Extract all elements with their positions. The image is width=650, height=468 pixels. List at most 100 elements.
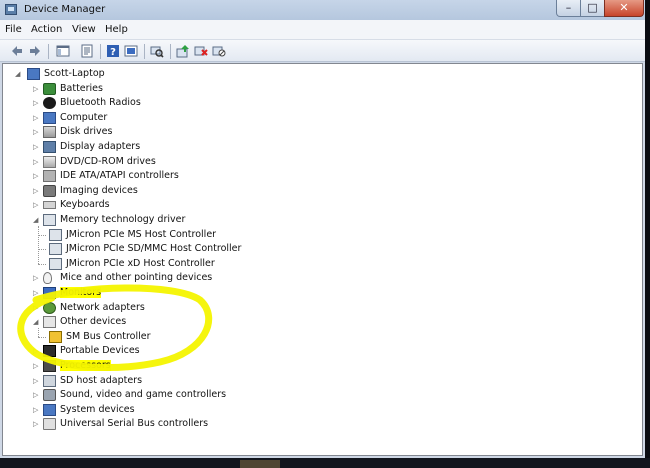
tree-child-jmicron-pcie-xd-host-controller[interactable]: JMicron PCIe xD Host Controller	[3, 257, 633, 271]
tree-node-sound-video-and-game-controllers[interactable]: ▷ Sound, video and game controllers	[3, 388, 633, 402]
memory-controller-icon	[49, 243, 62, 256]
title-bar[interactable]: Device Manager – □ ✕	[0, 0, 645, 20]
forward-arrow-icon[interactable]	[28, 44, 42, 58]
tree-node-label: Disk drives	[60, 126, 113, 138]
tree-node-label: Portable Devices	[60, 345, 140, 357]
tree-connector	[38, 327, 39, 337]
minimize-button[interactable]: –	[556, 0, 581, 17]
expand-arrow-icon[interactable]: ▷	[33, 289, 39, 297]
tree-node-display-adapters[interactable]: ▷ Display adapters	[3, 140, 633, 154]
menu-view[interactable]: View	[72, 24, 96, 35]
tree-node-dvd-cd-rom-drives[interactable]: ▷ DVD/CD-ROM drives	[3, 155, 633, 169]
tree-node-label: Other devices	[60, 316, 127, 328]
show-hide-console-tree-icon[interactable]	[56, 44, 70, 58]
expand-arrow-icon[interactable]: ▷	[33, 128, 39, 136]
expand-arrow-icon[interactable]: ▷	[33, 406, 39, 414]
tree-node-memory-technology-driver[interactable]: ◢ Memory technology driver	[3, 213, 633, 227]
bluetooth-icon	[43, 97, 56, 110]
tree-node-system-devices[interactable]: ▷ System devices	[3, 403, 633, 417]
expand-arrow-icon[interactable]: ▷	[33, 347, 39, 355]
tree-node-computer[interactable]: ▷ Computer	[3, 111, 633, 125]
memory-controller-icon	[43, 214, 56, 226]
tree-node-universal-serial-bus-controllers[interactable]: ▷ Universal Serial Bus controllers	[3, 417, 633, 431]
tree-root[interactable]: ◢ Scott-Laptop	[3, 67, 633, 81]
tree-node-bluetooth-radios[interactable]: ▷ Bluetooth Radios	[3, 96, 633, 110]
menu-file[interactable]: File	[5, 24, 22, 35]
tree-node-portable-devices[interactable]: ▷ Portable Devices	[3, 344, 633, 358]
tree-node-label: SD host adapters	[60, 374, 143, 386]
properties-icon[interactable]	[80, 44, 94, 58]
expand-arrow-icon[interactable]: ▷	[33, 143, 39, 151]
mouse-icon	[43, 272, 52, 285]
dvd-drive-icon	[43, 155, 56, 168]
taskbar-item[interactable]	[240, 460, 280, 468]
tree-node-ide-ata-atapi-controllers[interactable]: ▷ IDE ATA/ATAPI controllers	[3, 169, 633, 183]
unknown-device-icon	[43, 316, 56, 329]
tree-node-other-devices[interactable]: ◢ Other devices	[3, 315, 633, 329]
toolbar-separator	[100, 44, 101, 59]
tree-node-label: Processors	[60, 360, 111, 371]
tree-connector	[38, 225, 39, 264]
expand-arrow-icon[interactable]: ▷	[33, 304, 39, 312]
toolbar-separator	[48, 44, 49, 59]
expand-arrow-icon[interactable]: ▷	[33, 85, 39, 93]
collapse-arrow-icon[interactable]: ◢	[33, 318, 39, 326]
tree-node-monitors[interactable]: ▷ Monitors	[3, 286, 633, 300]
menu-help[interactable]: Help	[105, 24, 128, 35]
scan-hardware-icon[interactable]	[150, 44, 164, 58]
maximize-button[interactable]: □	[580, 0, 605, 17]
expand-arrow-icon[interactable]: ▷	[33, 99, 39, 107]
expand-arrow-icon[interactable]: ▷	[33, 274, 39, 282]
back-arrow-icon[interactable]	[10, 44, 24, 58]
tree-child-jmicron-pcie-ms-host-controller[interactable]: JMicron PCIe MS Host Controller	[3, 228, 633, 242]
memory-controller-icon	[49, 228, 62, 241]
expand-arrow-icon[interactable]: ▷	[33, 391, 39, 399]
tree-node-label: IDE ATA/ATAPI controllers	[60, 170, 179, 182]
device-manager-icon	[5, 4, 17, 15]
device-tree[interactable]: ◢ Scott-Laptop ▷ Batteries ▷ Bluetooth Radios…	[2, 63, 643, 456]
tree-node-batteries[interactable]: ▷ Batteries	[3, 82, 633, 96]
expand-arrow-icon[interactable]: ▷	[33, 114, 39, 122]
tree-node-network-adapters[interactable]: ▷ Network adapters	[3, 301, 633, 315]
tree-node-label: Bluetooth Radios	[60, 97, 141, 109]
monitor-icon	[43, 287, 56, 299]
tree-node-mice-and-other-pointing-devices[interactable]: ▷ Mice and other pointing devices	[3, 271, 633, 285]
expand-arrow-icon[interactable]: ▷	[33, 201, 39, 209]
device-manager-window: Device Manager – □ ✕ File Action View He…	[0, 0, 645, 458]
computer-icon	[43, 111, 56, 124]
toolbar-separator	[170, 44, 171, 59]
close-button[interactable]: ✕	[604, 0, 644, 17]
expand-arrow-icon[interactable]: ▷	[33, 362, 39, 370]
taskbar	[0, 458, 650, 468]
tree-node-label: JMicron PCIe xD Host Controller	[66, 257, 215, 269]
collapse-arrow-icon[interactable]: ◢	[15, 70, 21, 78]
expand-arrow-icon[interactable]: ▷	[33, 187, 39, 195]
help-icon[interactable]: ?	[106, 44, 120, 58]
expand-arrow-icon[interactable]: ▷	[33, 420, 39, 428]
tree-node-sd-host-adapters[interactable]: ▷ SD host adapters	[3, 374, 633, 388]
tree-node-label: Imaging devices	[60, 184, 138, 196]
sd-host-icon	[43, 374, 56, 387]
tree-child-jmicron-pcie-sd-mmc-host-controller[interactable]: JMicron PCIe SD/MMC Host Controller	[3, 242, 633, 256]
expand-arrow-icon[interactable]: ▷	[33, 158, 39, 166]
tree-node-label: Mice and other pointing devices	[60, 272, 213, 284]
tree-node-label: Display adapters	[60, 141, 141, 152]
collapse-arrow-icon[interactable]: ◢	[33, 216, 39, 224]
uninstall-icon[interactable]	[194, 44, 208, 58]
warning-device-icon	[49, 330, 62, 343]
window-title: Device Manager	[24, 4, 106, 15]
tree-node-label: Keyboards	[60, 199, 110, 211]
tree-node-label: Batteries	[60, 82, 103, 94]
expand-arrow-icon[interactable]: ▷	[33, 377, 39, 385]
tree-node-disk-drives[interactable]: ▷ Disk drives	[3, 125, 633, 139]
tree-node-imaging-devices[interactable]: ▷ Imaging devices	[3, 184, 633, 198]
disable-icon[interactable]	[212, 44, 226, 58]
show-device-icon[interactable]	[124, 44, 138, 58]
tree-child-sm-bus-controller[interactable]: SM Bus Controller	[3, 330, 633, 344]
menu-action[interactable]: Action	[31, 24, 62, 35]
portable-device-icon	[43, 345, 56, 358]
tree-node-keyboards[interactable]: ▷ Keyboards	[3, 198, 633, 212]
tree-node-processors[interactable]: ▷ Processors	[3, 359, 633, 373]
update-driver-icon[interactable]	[176, 44, 190, 58]
expand-arrow-icon[interactable]: ▷	[33, 172, 39, 180]
